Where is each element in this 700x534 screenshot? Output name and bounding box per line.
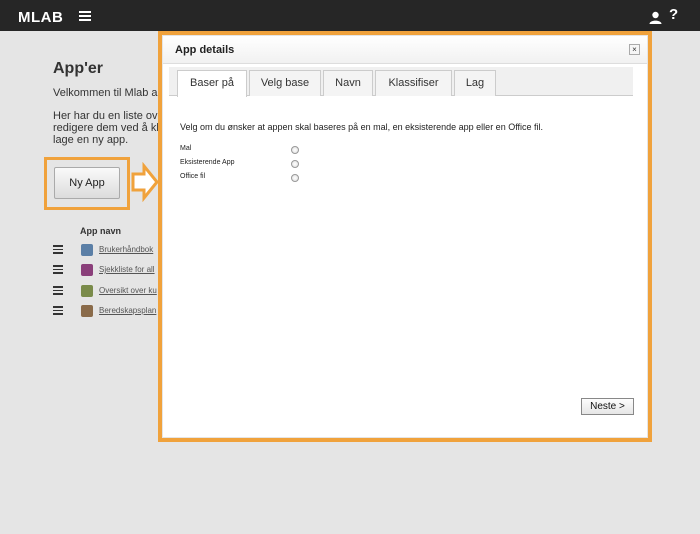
next-button[interactable]: Neste > (581, 398, 634, 415)
top-bar: MLAB ? (0, 0, 700, 31)
welcome-text: Velkommen til Mlab a (53, 87, 158, 99)
tab-navn[interactable]: Navn (323, 70, 373, 96)
row-menu-icon[interactable] (53, 286, 63, 295)
intro-line: redigere dem ved å kl (53, 122, 159, 134)
tab-strip: Baser på Velg base Navn Klassifiser Lag (169, 67, 633, 97)
app-details-dialog: App details × Baser på Velg base Navn Kl… (163, 36, 647, 437)
option-label-office-fil: Office fil (180, 173, 206, 180)
app-list-header: App navn (80, 226, 122, 236)
intro-line: lage en ny app. (53, 134, 129, 146)
row-menu-icon[interactable] (53, 245, 63, 254)
app-list-item: Oversikt over ku (53, 284, 163, 298)
close-icon[interactable]: × (629, 44, 640, 55)
app-list-item: Sjekkliste for all (53, 263, 163, 277)
row-menu-icon[interactable] (53, 265, 63, 274)
row-menu-icon[interactable] (53, 306, 63, 315)
app-icon (81, 264, 93, 276)
new-app-button[interactable]: Ny App (54, 167, 120, 199)
page-title: App'er (53, 60, 104, 77)
intro-text: Her har du en liste ov redigere dem ved … (53, 110, 165, 146)
tab-velg-base[interactable]: Velg base (249, 70, 321, 96)
instruction-text: Velg om du ønsker at appen skal baseres … (180, 122, 544, 132)
highlight-arrow-icon (131, 162, 159, 202)
intro-line: Her har du en liste ov (53, 110, 158, 122)
hamburger-icon[interactable] (79, 11, 91, 21)
user-icon[interactable] (649, 11, 662, 24)
option-label-mal: Mal (180, 145, 192, 152)
app-logo[interactable]: MLAB (18, 9, 63, 26)
tab-baser-pa[interactable]: Baser på (177, 70, 247, 97)
radio-eksisterende-app[interactable] (291, 160, 299, 168)
app-icon (81, 244, 93, 256)
dialog-header: App details × (163, 36, 647, 64)
radio-mal[interactable] (291, 146, 299, 154)
app-link[interactable]: Oversikt over ku (99, 286, 157, 295)
app-icon (81, 305, 93, 317)
option-label-eksisterende-app: Eksisterende App (180, 159, 235, 166)
tab-lag[interactable]: Lag (454, 70, 496, 96)
app-list-item: Beredskapsplan (53, 304, 163, 318)
app-link[interactable]: Sjekkliste for all (99, 265, 155, 274)
radio-office-fil[interactable] (291, 174, 299, 182)
tab-klassifiser[interactable]: Klassifiser (375, 70, 452, 96)
app-link[interactable]: Brukerhåndbok (99, 245, 153, 254)
app-icon (81, 285, 93, 297)
app-list-item: Brukerhåndbok (53, 243, 163, 257)
help-icon[interactable]: ? (669, 6, 678, 23)
dialog-title: App details (175, 44, 235, 56)
app-link[interactable]: Beredskapsplan (99, 306, 156, 315)
